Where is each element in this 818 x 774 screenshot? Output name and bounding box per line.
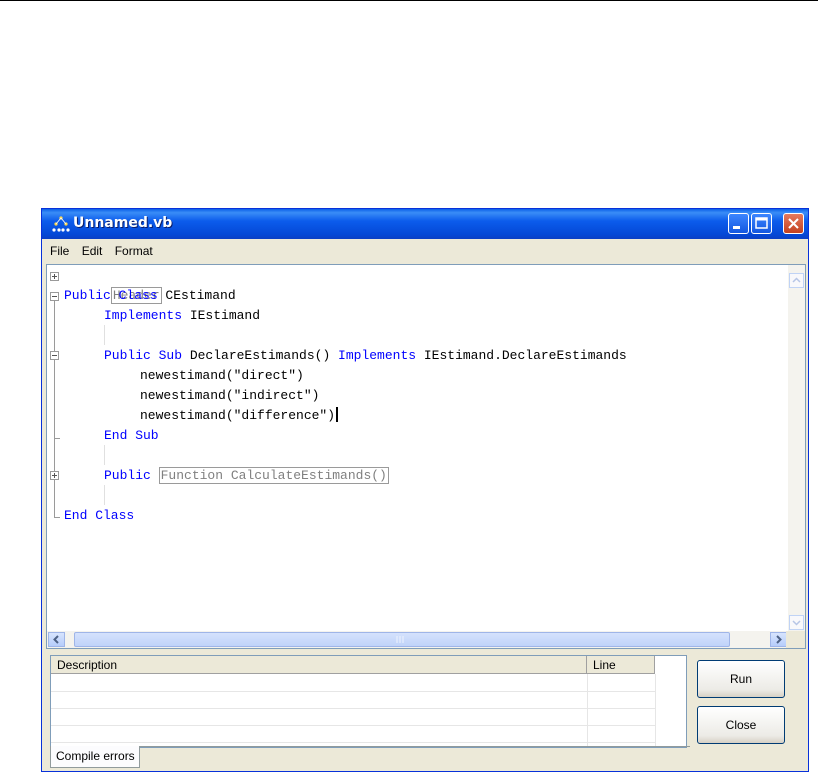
- grid-line: [51, 691, 656, 692]
- code-line-difference: newestimand("difference"): [140, 406, 339, 426]
- code-line-end-sub: End Sub: [104, 426, 159, 446]
- chevron-left-icon: [53, 635, 59, 644]
- editor-window: Unnamed.vb File Edit Format Header Publi…: [41, 208, 809, 772]
- expand-header-icon[interactable]: [50, 272, 59, 281]
- grid-line: [51, 725, 656, 726]
- grid-line: [51, 742, 656, 743]
- scroll-thumb[interactable]: [74, 632, 730, 647]
- keyword: Public Sub: [104, 348, 183, 363]
- grid-line: [51, 708, 656, 709]
- grip-icon: [396, 636, 404, 643]
- class-fold-end: [54, 517, 60, 518]
- tab-strip-line: [140, 746, 690, 747]
- keyword: Implements: [338, 348, 417, 363]
- minimize-button[interactable]: [728, 213, 749, 234]
- run-button[interactable]: Run: [697, 660, 785, 698]
- collapse-sub-icon[interactable]: [50, 351, 59, 360]
- top-rule: [0, 0, 818, 1]
- sub-signature: DeclareEstimands(): [182, 348, 339, 363]
- keyword: Implements: [104, 308, 183, 323]
- scrollbar-corner: [786, 631, 805, 648]
- vertical-scrollbar[interactable]: [788, 265, 805, 631]
- indent-guide: [104, 485, 105, 505]
- close-button[interactable]: Close: [697, 706, 785, 744]
- compile-errors-list[interactable]: Description Line: [50, 655, 687, 748]
- code-line-sub: Public Sub DeclareEstimands() Implements…: [104, 346, 627, 366]
- maximize-button[interactable]: [751, 213, 772, 234]
- scroll-right-button[interactable]: [770, 632, 787, 647]
- code-editor[interactable]: Header Public Class CEstimand Implements…: [46, 264, 806, 649]
- code-line-implements: Implements IEstimand: [104, 306, 260, 326]
- title-bar[interactable]: Unnamed.vb: [42, 209, 808, 239]
- sub-fold-end: [54, 438, 60, 439]
- close-icon: [788, 218, 799, 229]
- scroll-left-button[interactable]: [48, 632, 65, 647]
- menu-edit[interactable]: Edit: [78, 240, 108, 258]
- collapsed-function-region[interactable]: Function CalculateEstimands(): [158, 467, 389, 484]
- window-title: Unnamed.vb: [73, 215, 173, 231]
- keyword: Public: [104, 468, 151, 483]
- app-icon: [52, 216, 70, 232]
- chevron-up-icon: [792, 277, 801, 283]
- code-line-header: Header: [64, 266, 162, 304]
- implements-target: IEstimand.DeclareEstimands: [416, 348, 627, 363]
- indent-guide: [104, 445, 105, 465]
- scroll-down-button[interactable]: [789, 615, 804, 630]
- code-line-indirect: newestimand("indirect"): [140, 388, 320, 403]
- column-header-description[interactable]: Description: [51, 656, 587, 674]
- class-fold-line: [54, 301, 55, 517]
- menu-file[interactable]: File: [46, 240, 74, 258]
- class-name: CEstimand: [157, 288, 236, 303]
- collapse-class-icon[interactable]: [50, 292, 59, 301]
- code-line-function: Public Function CalculateEstimands(): [104, 466, 389, 486]
- code-line-direct: newestimand("direct"): [140, 368, 304, 383]
- grid-line: [587, 674, 588, 747]
- chevron-down-icon: [792, 620, 801, 626]
- minimize-icon: [733, 226, 740, 229]
- chevron-right-icon: [776, 635, 782, 644]
- keyword: End Sub: [104, 428, 159, 443]
- keyword: Public Class: [64, 288, 158, 303]
- code-line-class: Public Class CEstimand: [64, 286, 236, 306]
- text-caret: [336, 407, 339, 422]
- maximize-icon: [755, 217, 768, 229]
- menu-bar: File Edit Format: [46, 240, 804, 262]
- horizontal-scrollbar[interactable]: [47, 631, 788, 648]
- statement: newestimand("difference"): [140, 408, 336, 423]
- interface-name: IEstimand: [182, 308, 261, 323]
- menu-format[interactable]: Format: [111, 240, 158, 258]
- grid-line: [655, 674, 656, 747]
- column-header-line[interactable]: Line: [587, 656, 655, 674]
- expand-function-icon[interactable]: [50, 471, 59, 480]
- keyword: End Class: [64, 508, 135, 523]
- indent-guide: [104, 325, 105, 345]
- scroll-up-button[interactable]: [789, 273, 804, 288]
- tab-compile-errors[interactable]: Compile errors: [50, 746, 140, 768]
- code-line-end-class: End Class: [64, 506, 134, 526]
- close-window-button[interactable]: [783, 213, 804, 234]
